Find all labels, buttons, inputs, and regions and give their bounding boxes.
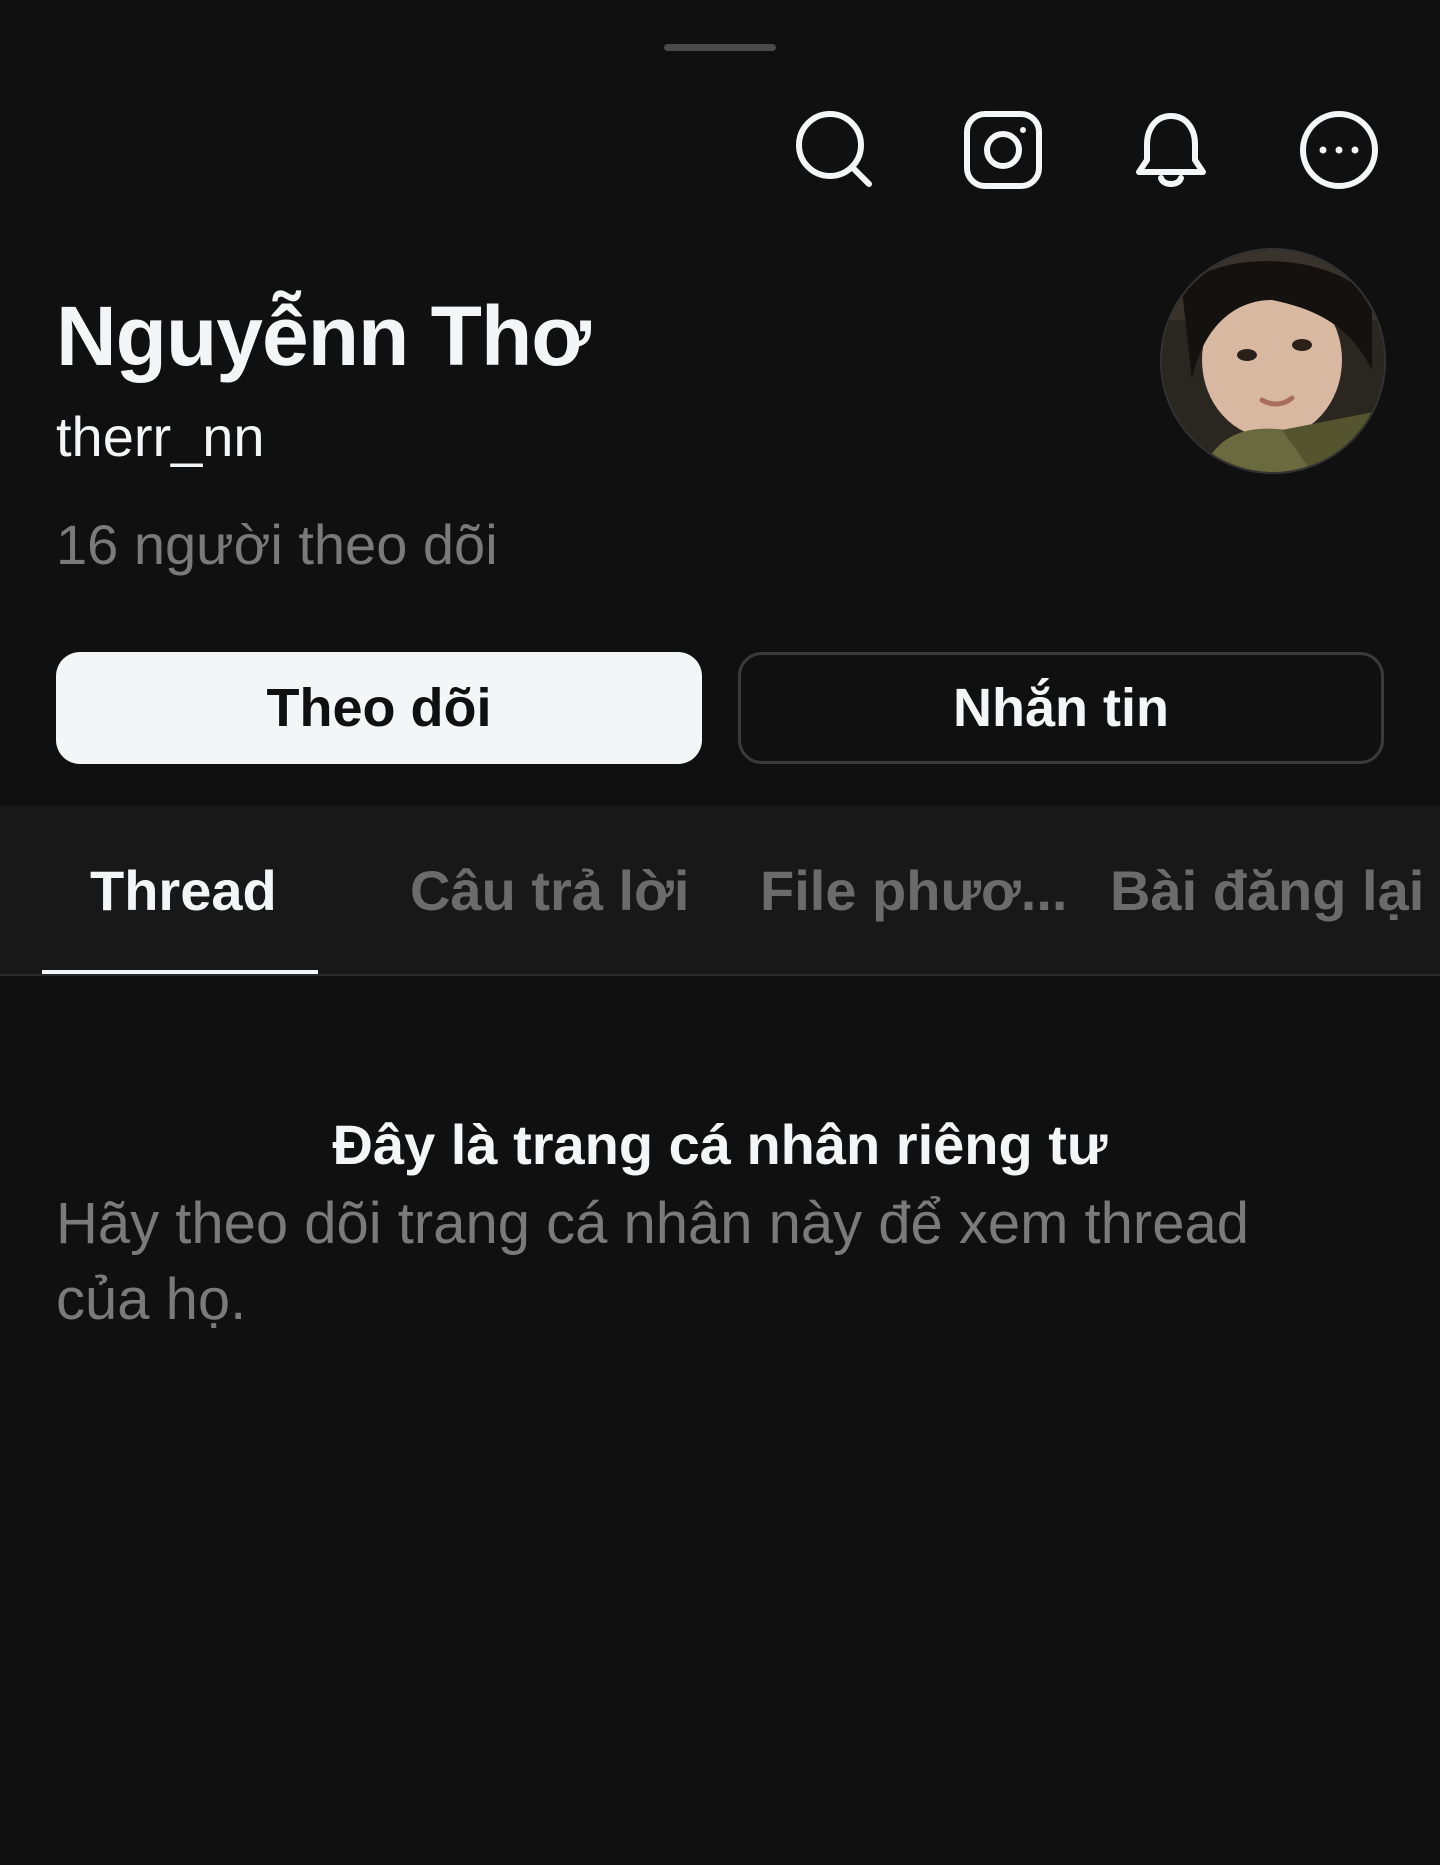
bell-icon[interactable] (1126, 105, 1216, 195)
instagram-icon[interactable] (958, 105, 1048, 195)
profile-name: Nguyễnn Thơ (56, 289, 591, 383)
profile-sheet: Nguyễnn Thơ therr_nn 16 người theo dõi T… (0, 0, 1440, 1865)
profile-tabs: Thread Câu trả lời File phươ... Bài đăng… (0, 806, 1440, 976)
followers-count[interactable]: 16 người theo dõi (56, 512, 498, 577)
sheet-grabber-handle[interactable] (664, 44, 776, 51)
private-profile-message: Hãy theo dõi trang cá nhân này để xem th… (56, 1191, 1249, 1332)
active-tab-indicator (42, 970, 318, 974)
search-icon[interactable] (790, 105, 880, 195)
tab-media[interactable]: File phươ... (760, 806, 1067, 974)
follow-button[interactable]: Theo dõi (56, 652, 702, 764)
more-icon[interactable] (1294, 105, 1384, 195)
tab-thread[interactable]: Thread (90, 806, 277, 974)
top-toolbar (790, 100, 1384, 200)
tab-reposts[interactable]: Bài đăng lại (1110, 806, 1424, 974)
avatar[interactable] (1160, 248, 1386, 474)
profile-handle: therr_nn (56, 405, 265, 468)
private-profile-title: Đây là trang cá nhân riêng tư (332, 1113, 1108, 1176)
message-button[interactable]: Nhắn tin (738, 652, 1384, 764)
tab-replies[interactable]: Câu trả lời (410, 806, 689, 974)
